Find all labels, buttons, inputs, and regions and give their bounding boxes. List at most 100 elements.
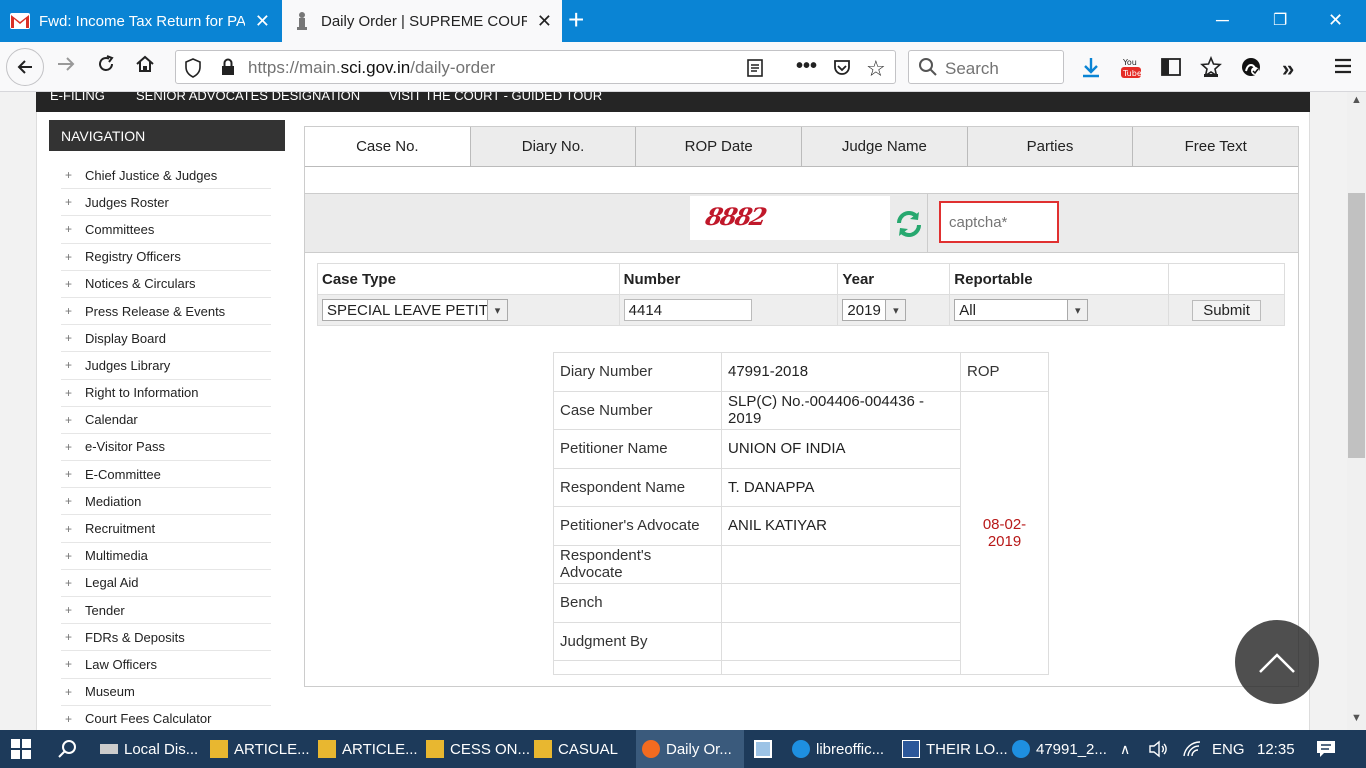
nav-item[interactable]: + Press Release & Events — [61, 298, 271, 326]
tab-judge-name[interactable]: Judge Name — [801, 127, 967, 166]
nav-item[interactable]: + Notices & Circulars — [61, 271, 271, 298]
result-value: UNION OF INDIA — [721, 429, 961, 469]
nav-item[interactable]: + Registry Officers — [61, 244, 271, 271]
overflow-chevron-icon[interactable]: » — [1282, 56, 1294, 82]
notifications-icon[interactable] — [1316, 730, 1336, 768]
nav-item[interactable]: + Legal Aid — [61, 570, 271, 597]
plus-icon: + — [65, 575, 73, 590]
result-value — [721, 544, 961, 584]
menu-item-efiling[interactable]: E-FILING — [50, 92, 105, 103]
url-bar[interactable]: https://main.sci.gov.in/daily-order ••• … — [175, 50, 896, 84]
nav-item[interactable]: + Display Board — [61, 325, 271, 353]
nav-item[interactable]: + Law Officers — [61, 651, 271, 679]
nav-item[interactable]: + Mediation — [61, 488, 271, 516]
nav-item[interactable]: + Right to Information — [61, 380, 271, 407]
nav-item-label: E-Committee — [85, 466, 161, 482]
extension-icon[interactable] — [1200, 55, 1222, 84]
taskbar-item-cess[interactable]: CESS ON... — [426, 730, 530, 768]
wifi-icon[interactable] — [1182, 730, 1202, 768]
taskbar-item-article-1[interactable]: ARTICLE... — [210, 730, 310, 768]
scroll-to-top-button[interactable] — [1235, 620, 1319, 704]
new-tab-button[interactable]: + — [568, 6, 584, 34]
lock-icon[interactable] — [220, 58, 236, 79]
menu-item-visit-court[interactable]: VISIT THE COURT - GUIDED TOUR — [389, 92, 602, 103]
language-indicator[interactable]: ENG — [1212, 730, 1245, 768]
nav-item[interactable]: + Recruitment — [61, 515, 271, 543]
case-type-select[interactable]: SPECIAL LEAVE PETITI ▾ — [322, 299, 508, 321]
scrollbar-thumb[interactable] — [1348, 193, 1365, 458]
tab-parties[interactable]: Parties — [966, 127, 1133, 166]
back-arrow-icon — [17, 60, 32, 74]
sidebar-icon[interactable] — [1160, 56, 1182, 84]
reload-button[interactable] — [96, 54, 116, 79]
captcha-input[interactable] — [939, 201, 1059, 243]
forward-button[interactable] — [56, 54, 76, 79]
nav-item[interactable]: + E-Committee — [61, 461, 271, 489]
year-select[interactable]: 2019 ▾ — [842, 299, 907, 321]
taskbar-search-button[interactable] — [56, 730, 78, 768]
taskbar-item-word[interactable]: THEIR LO... — [902, 730, 1008, 768]
nav-item[interactable]: + FDRs & Deposits — [61, 624, 271, 652]
submit-button[interactable]: Submit — [1192, 299, 1261, 321]
close-tab-icon[interactable]: ✕ — [537, 11, 552, 32]
taskbar-item-47991[interactable]: 47991_2... — [1012, 730, 1107, 768]
taskbar-item-daily-order[interactable]: Daily Or... — [636, 730, 744, 768]
start-button[interactable] — [10, 730, 32, 768]
show-hidden-icons-chevron-icon[interactable]: ∧ — [1120, 730, 1130, 768]
chevron-down-icon: ▾ — [885, 300, 906, 320]
tab-daily-order[interactable]: Daily Order | SUPREME COURT ✕ — [282, 0, 562, 42]
tab-case-no[interactable]: Case No. — [305, 127, 470, 166]
vpn-extension-icon[interactable] — [1240, 56, 1262, 84]
menu-item-senior-advocates[interactable]: SENIOR ADVOCATES DESIGNATION — [136, 92, 360, 103]
search-box[interactable]: Search — [908, 50, 1064, 84]
nav-item[interactable]: + Calendar — [61, 407, 271, 434]
taskbar-item-app[interactable] — [754, 730, 778, 768]
taskbar-item-article-2[interactable]: ARTICLE... — [318, 730, 418, 768]
tab-gmail[interactable]: Fwd: Income Tax Return for PAN ✕ — [0, 0, 280, 42]
restore-icon[interactable]: ❐ — [1273, 10, 1287, 30]
result-value — [721, 660, 961, 675]
taskbar-item-casual[interactable]: CASUAL — [534, 730, 618, 768]
youtube-icon[interactable]: You Tube — [1120, 56, 1142, 86]
nav-item[interactable]: + Judges Library — [61, 352, 271, 380]
nav-item[interactable]: + Judges Roster — [61, 189, 271, 217]
pocket-icon[interactable] — [832, 58, 852, 81]
nav-item[interactable]: + Court Fees Calculator — [61, 706, 271, 730]
nav-item[interactable]: + Tender — [61, 597, 271, 625]
close-window-icon[interactable]: ✕ — [1328, 10, 1343, 31]
minimize-icon[interactable]: ─ — [1216, 10, 1229, 31]
taskbar-item-label: THEIR LO... — [926, 740, 1008, 758]
scroll-down-arrow-icon[interactable]: ▼ — [1351, 712, 1362, 724]
nav-item[interactable]: + Committees — [61, 216, 271, 244]
clock[interactable]: 12:35 — [1257, 730, 1295, 768]
tab-rop-date[interactable]: ROP Date — [635, 127, 802, 166]
tab-diary-no[interactable]: Diary No. — [469, 127, 636, 166]
nav-item[interactable]: + Chief Justice & Judges — [61, 162, 271, 190]
result-label: Petitioner Name — [553, 429, 722, 469]
taskbar-item-local-disk[interactable]: Local Dis... — [100, 730, 198, 768]
case-number-input[interactable]: 4414 — [623, 299, 752, 321]
nav-item[interactable]: + Museum — [61, 679, 271, 706]
close-tab-icon[interactable]: ✕ — [255, 11, 270, 32]
page-actions-icon[interactable]: ••• — [796, 55, 817, 78]
table-row: Diary Number 47991-2018 ROP — [553, 352, 1049, 392]
volume-icon[interactable] — [1148, 730, 1168, 768]
svg-text:Tube: Tube — [1122, 69, 1142, 78]
taskbar-item-label: ARTICLE... — [234, 740, 310, 758]
back-button[interactable] — [6, 48, 44, 86]
download-icon[interactable] — [1080, 56, 1102, 84]
hamburger-menu-icon[interactable] — [1333, 56, 1353, 82]
result-label: Respondent's Advocate — [553, 544, 722, 584]
refresh-captcha-icon[interactable] — [893, 208, 925, 240]
taskbar-item-libreoffice[interactable]: libreoffic... — [792, 730, 884, 768]
nav-item[interactable]: + Multimedia — [61, 543, 271, 570]
bookmark-star-icon[interactable]: ☆ — [866, 56, 886, 82]
nav-item[interactable]: + e-Visitor Pass — [61, 434, 271, 462]
tab-free-text[interactable]: Free Text — [1132, 127, 1299, 166]
rop-date-link[interactable]: 08-02-2019 — [960, 390, 1049, 675]
tracking-shield-icon[interactable] — [184, 58, 202, 81]
scroll-up-arrow-icon[interactable]: ▲ — [1351, 94, 1362, 106]
reader-view-icon[interactable] — [746, 58, 764, 81]
home-button[interactable] — [135, 54, 155, 79]
reportable-select[interactable]: All ▾ — [954, 299, 1089, 321]
